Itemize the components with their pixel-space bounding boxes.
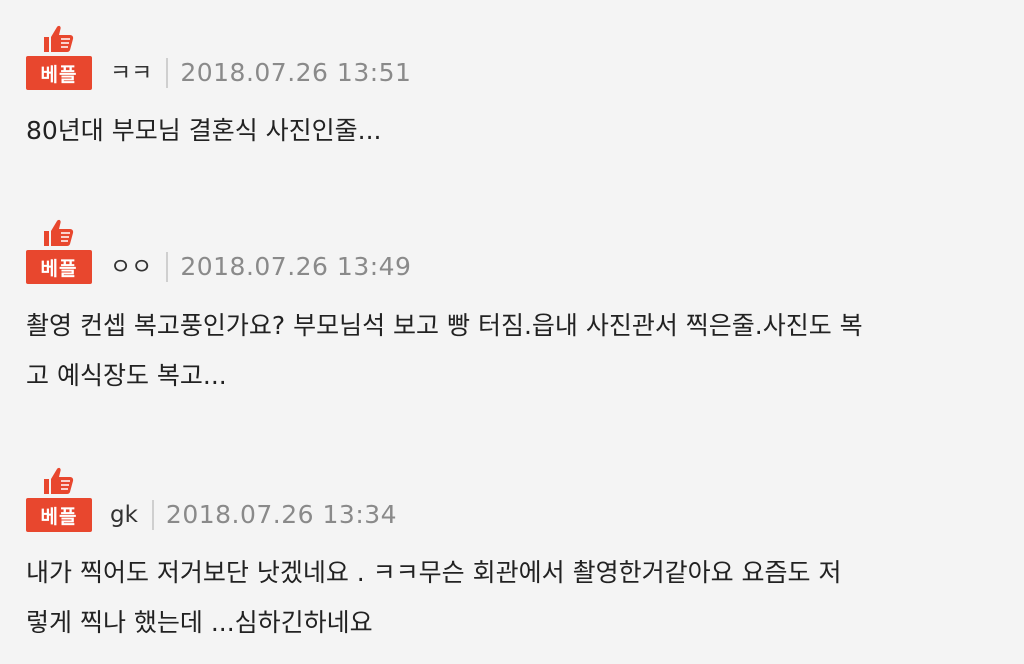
comment-line: 80년대 부모님 결혼식 사진인줄... [26,116,382,145]
comment-line: 촬영 컨셉 복고풍인가요? 부모님석 보고 빵 터짐.읍내 사진관서 찍은줄.사… [26,311,863,340]
thumbs-up-icon [44,219,74,246]
comment-author[interactable]: gk [110,498,138,532]
best-comment-badge: 베플 [26,466,92,532]
comment-list: 베플 ㅋㅋ 2018.07.26 13:51 80년대 부모님 결혼식 사진인줄… [0,0,1024,664]
meta-divider [151,500,154,530]
comment-meta: 베플 ㅋㅋ 2018.07.26 13:51 [26,20,411,90]
comment-line: 고 예식장도 복고... [26,361,227,390]
best-comment-badge: 베플 [26,218,92,284]
comment-meta: 베플 gk 2018.07.26 13:34 [26,462,397,532]
best-label: 베플 [26,56,92,90]
best-label: 베플 [26,250,92,284]
meta-divider [166,58,169,88]
comment-author[interactable]: ㅋㅋ [110,56,152,90]
thumbs-up-icon [44,25,74,52]
comment-timestamp: 2018.07.26 13:49 [180,252,412,281]
comment-timestamp: 2018.07.26 13:51 [180,58,412,87]
meta-divider [166,252,169,282]
comment-line: 내가 찍어도 저거보단 낫겠네요 . ㅋㅋ무슨 회관에서 촬영한거같아요 요즘도… [26,558,842,587]
comment-line: 렇게 찍나 했는데 ...심하긴하네요 [26,608,373,637]
comment-body: 80년대 부모님 결혼식 사진인줄... [26,106,998,156]
thumbs-up-icon [44,467,74,494]
comment-body: 촬영 컨셉 복고풍인가요? 부모님석 보고 빵 터짐.읍내 사진관서 찍은줄.사… [26,301,998,401]
comment-author[interactable]: ㅇㅇ [110,250,152,284]
comment-body: 내가 찍어도 저거보단 낫겠네요 . ㅋㅋ무슨 회관에서 촬영한거같아요 요즘도… [26,548,998,648]
best-label: 베플 [26,498,92,532]
comment-timestamp: 2018.07.26 13:34 [165,500,398,529]
comment-meta: 베플 ㅇㅇ 2018.07.26 13:49 [26,214,411,284]
best-comment-badge: 베플 [26,24,92,90]
